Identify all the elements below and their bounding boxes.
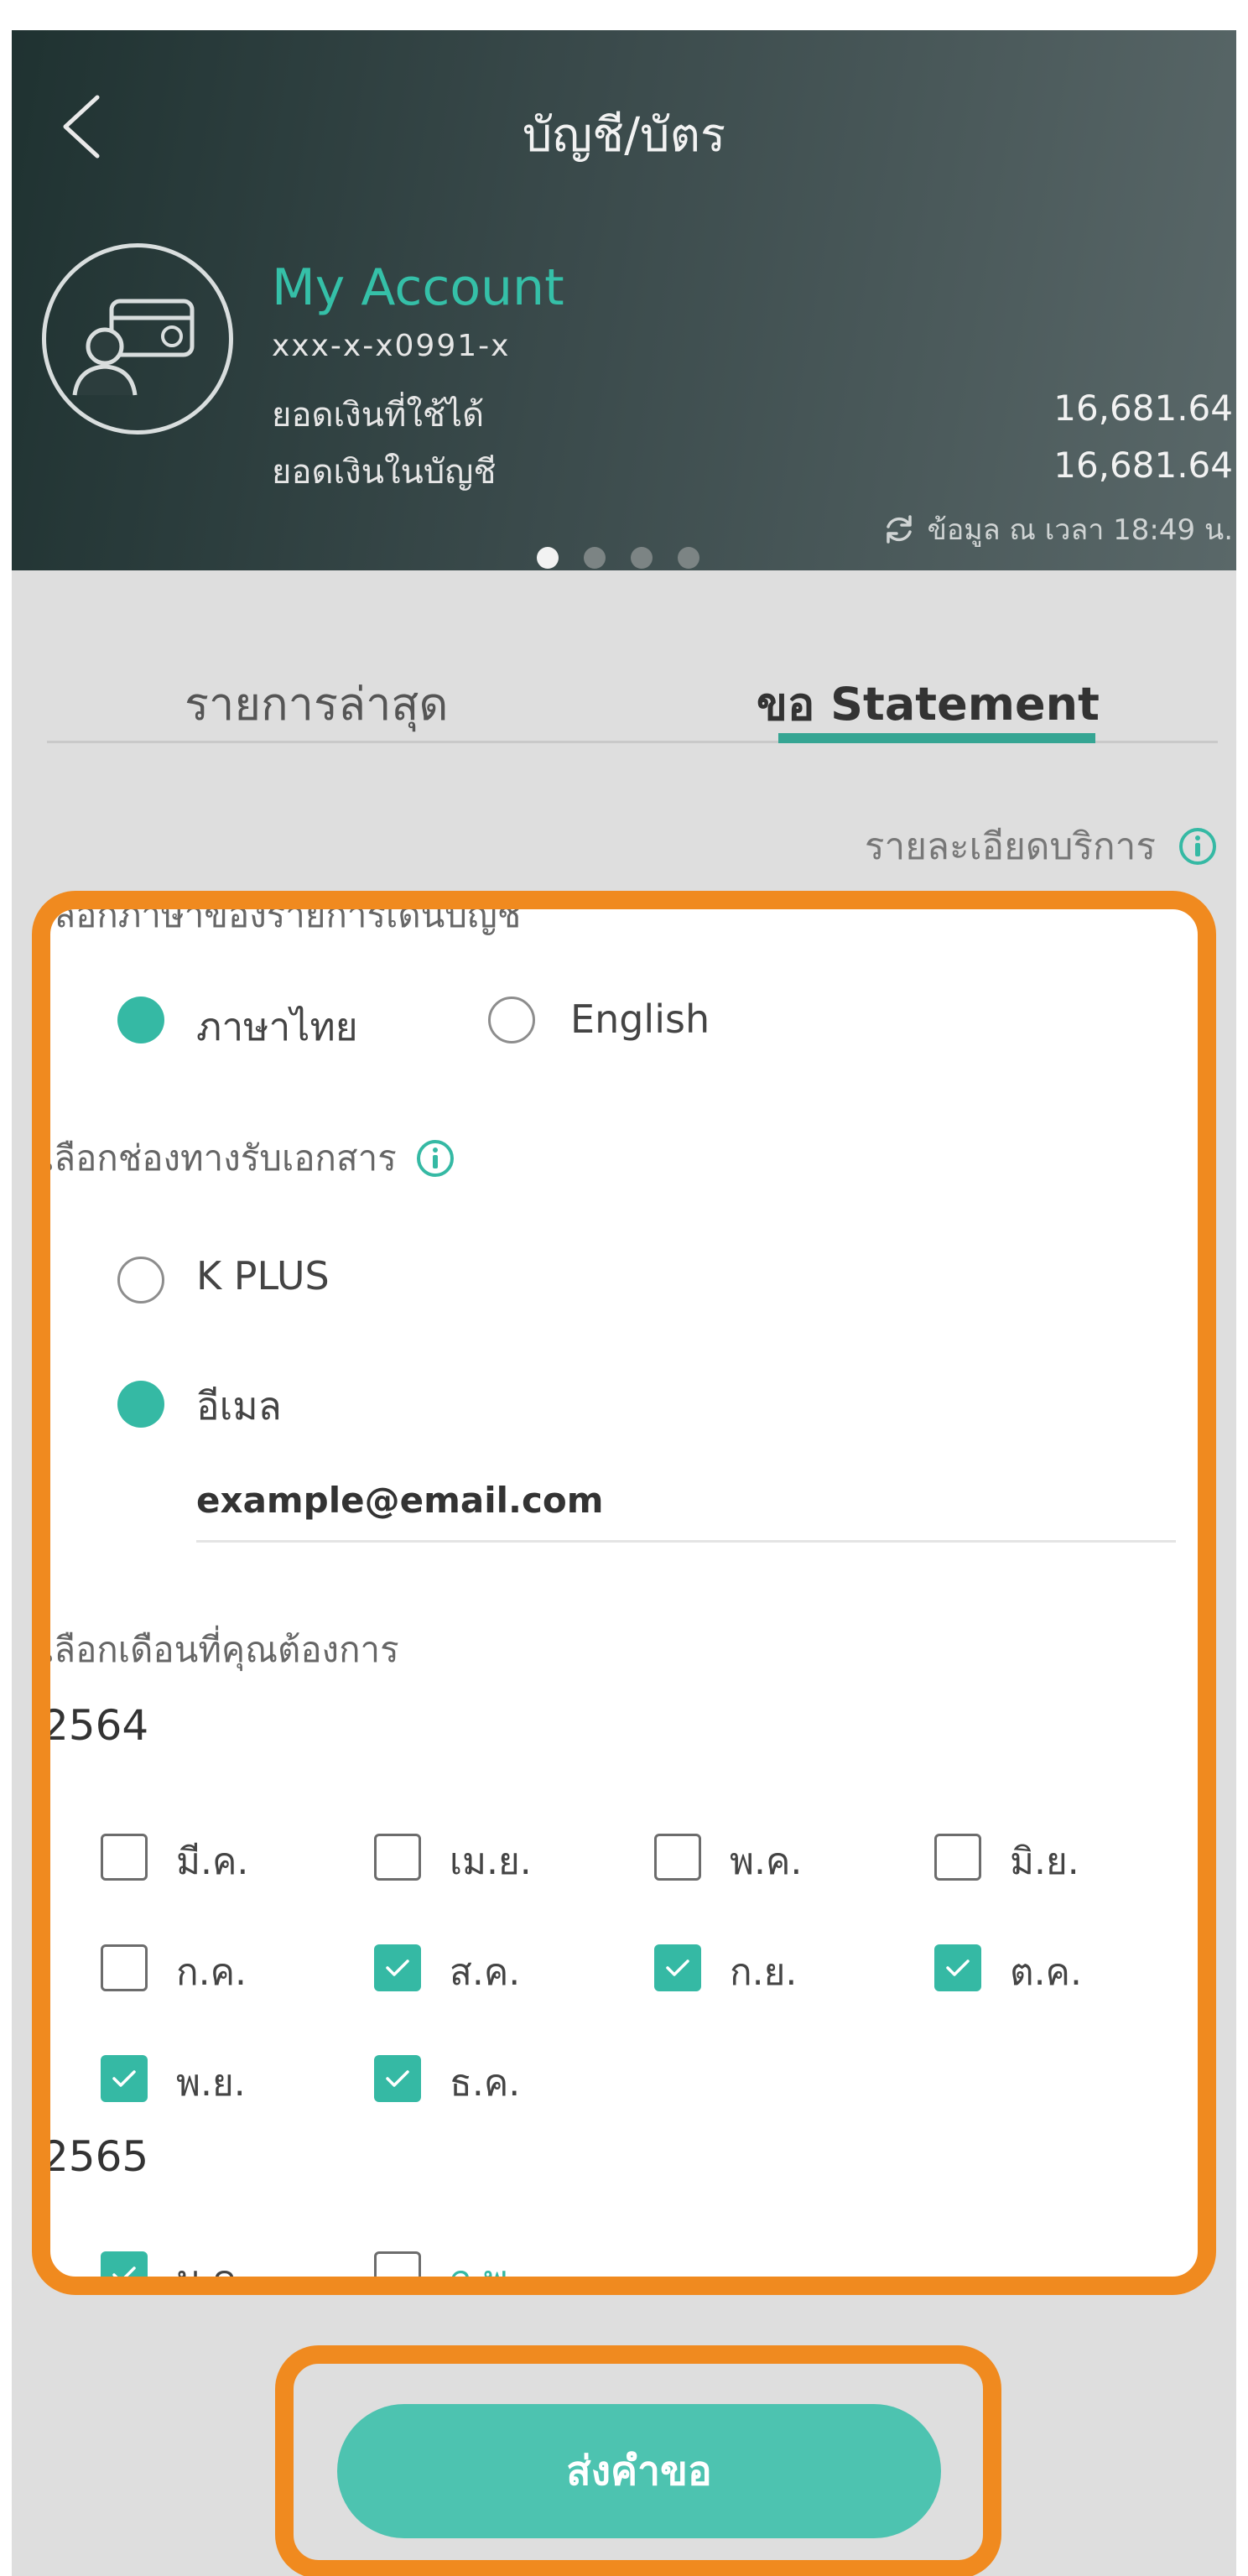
- option-english-label: English: [570, 997, 710, 1042]
- option-thai-label: ภาษาไทย: [196, 1004, 358, 1049]
- month-label: ต.ค.: [1010, 1951, 1082, 1994]
- check-icon: [666, 1959, 689, 1976]
- month-label: ก.พ.: [450, 2258, 520, 2295]
- statement-form: เลือกภาษาของรายการเดินบัญชี ภาษาไทย Engl…: [42, 909, 1198, 2295]
- account-name: My Account: [272, 258, 564, 317]
- month-checkbox[interactable]: [101, 1834, 148, 1881]
- refresh-icon[interactable]: [882, 513, 916, 546]
- month-section-label: เลือกเดือนที่คุณต้องการ: [42, 1629, 399, 1670]
- account-card-icon: [42, 243, 233, 435]
- check-icon: [386, 1959, 409, 1976]
- language-section-label: เลือกภาษาของรายการเดินบัญชี: [42, 894, 522, 935]
- month-label: ก.ย.: [730, 1951, 798, 1994]
- service-details-label: รายละเอียดบริการ: [864, 825, 1156, 868]
- month-checkbox[interactable]: [934, 1944, 981, 1991]
- info-icon[interactable]: [415, 1138, 455, 1179]
- month-checkbox[interactable]: [374, 1944, 421, 1991]
- check-icon: [112, 2070, 136, 2087]
- submit-request-button[interactable]: ส่งคำขอ: [337, 2404, 941, 2538]
- year-heading: 2564: [42, 1701, 149, 1750]
- month-checkbox[interactable]: [374, 2251, 421, 2277]
- page-dot[interactable]: [678, 547, 699, 569]
- info-icon[interactable]: [1178, 826, 1218, 866]
- email-field[interactable]: example@email.com: [196, 1480, 603, 1521]
- month-checkbox[interactable]: [654, 1944, 701, 1991]
- page-dot[interactable]: [631, 547, 653, 569]
- statement-form-highlight: เลือกภาษาของรายการเดินบัญชี ภาษาไทย Engl…: [32, 891, 1216, 2295]
- month-label: มี.ค.: [176, 1840, 249, 1883]
- month-checkbox[interactable]: [101, 2251, 148, 2277]
- month-label: มิ.ย.: [1010, 1840, 1079, 1883]
- radio-english[interactable]: [488, 997, 535, 1043]
- page-dot[interactable]: [584, 547, 606, 569]
- radio-kplus[interactable]: [117, 1257, 164, 1304]
- channel-section-label: เลือกช่องทางรับเอกสาร: [42, 1131, 455, 1186]
- check-icon: [946, 1959, 970, 1976]
- available-balance-value: 16,681.64: [1053, 388, 1233, 429]
- month-label: เม.ย.: [450, 1840, 532, 1883]
- page-title: บัญชี/บัตร: [522, 108, 726, 163]
- account-number: xxx-x-x0991-x: [272, 329, 511, 363]
- option-email-label: อีเมล: [196, 1383, 282, 1429]
- updated-time-text: ข้อมูล ณ เวลา 18:49 น.: [927, 513, 1233, 547]
- tab-bar: รายการล่าสุด ขอ Statement: [47, 617, 1218, 743]
- month-checkbox[interactable]: [374, 2055, 421, 2102]
- radio-email[interactable]: [117, 1381, 164, 1428]
- active-tab-indicator: [778, 733, 1095, 743]
- page-dot[interactable]: [537, 547, 559, 569]
- month-label: พ.ค.: [730, 1840, 803, 1883]
- service-details-link[interactable]: รายละเอียดบริการ: [865, 817, 1218, 876]
- page-indicator: [537, 547, 699, 569]
- tab-latest-transactions[interactable]: รายการล่าสุด: [185, 668, 448, 740]
- month-checkbox[interactable]: [654, 1834, 701, 1881]
- check-icon: [386, 2070, 409, 2087]
- month-label: ธ.ค.: [450, 2062, 521, 2105]
- available-balance-label: ยอดเงินที่ใช้ได้: [272, 396, 485, 435]
- month-label: ก.ค.: [176, 1951, 247, 1994]
- account-balance-label: ยอดเงินในบัญชี: [272, 453, 497, 492]
- month-checkbox[interactable]: [101, 2055, 148, 2102]
- month-checkbox[interactable]: [101, 1944, 148, 1991]
- month-label: ม.ค.: [176, 2258, 249, 2295]
- email-field-underline: [196, 1540, 1176, 1543]
- option-kplus-label: K PLUS: [196, 1253, 330, 1298]
- account-header: บัญชี/บัตร My Account xxx-x-x0991-x ยอดเ…: [12, 30, 1236, 570]
- month-checkbox[interactable]: [934, 1834, 981, 1881]
- account-balance-value: 16,681.64: [1053, 445, 1233, 486]
- app-screen: บัญชี/บัตร My Account xxx-x-x0991-x ยอดเ…: [12, 30, 1236, 2576]
- refresh-row[interactable]: ข้อมูล ณ เวลา 18:49 น.: [882, 507, 1233, 552]
- radio-thai[interactable]: [117, 997, 164, 1043]
- month-label: ส.ค.: [450, 1951, 521, 1994]
- month-label: พ.ย.: [176, 2062, 246, 2105]
- month-checkbox[interactable]: [374, 1834, 421, 1881]
- check-icon: [112, 2266, 136, 2277]
- tab-request-statement[interactable]: ขอ Statement: [757, 668, 1100, 740]
- channel-label-text: เลือกช่องทางรับเอกสาร: [42, 1137, 397, 1179]
- year-heading: 2565: [42, 2132, 149, 2181]
